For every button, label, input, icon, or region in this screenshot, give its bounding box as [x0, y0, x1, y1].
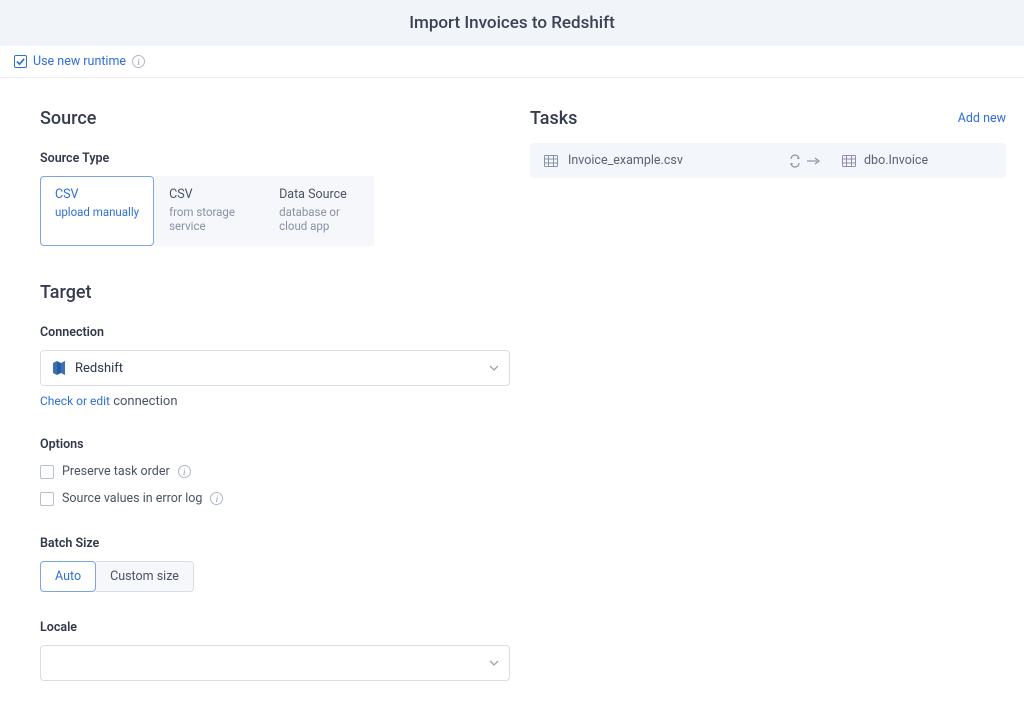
chevron-down-icon	[489, 658, 499, 669]
preserve-order-checkbox[interactable]	[40, 465, 54, 479]
source-type-csv-manual[interactable]: CSV upload manually	[40, 176, 154, 246]
connection-select[interactable]: Redshift	[40, 350, 510, 386]
chevron-down-icon	[489, 363, 499, 374]
source-type-label: Source Type	[40, 151, 510, 166]
error-log-checkbox[interactable]	[40, 492, 54, 506]
sync-arrow-icon	[788, 154, 820, 168]
error-log-option[interactable]: Source values in error log i	[40, 491, 510, 506]
table-icon	[544, 155, 558, 167]
add-new-task-link[interactable]: Add new	[958, 111, 1006, 126]
tasks-heading: Tasks	[530, 108, 577, 129]
source-type-csv-storage[interactable]: CSV from storage service	[154, 176, 264, 246]
options-heading: Options	[40, 437, 510, 452]
runtime-checkbox[interactable]	[14, 55, 27, 68]
check-edit-connection[interactable]: Check or edit connection	[40, 394, 510, 409]
info-icon[interactable]: i	[132, 55, 145, 68]
connection-value: Redshift	[75, 361, 123, 376]
runtime-toggle-bar: Use new runtime i	[0, 46, 1024, 78]
preserve-order-option[interactable]: Preserve task order i	[40, 464, 510, 479]
batch-size-selector: Auto Custom size	[40, 561, 510, 592]
batch-auto-button[interactable]: Auto	[40, 561, 96, 592]
page-title: Import Invoices to Redshift	[409, 13, 615, 33]
info-icon[interactable]: i	[210, 492, 223, 505]
runtime-label[interactable]: Use new runtime	[33, 54, 126, 69]
source-type-selector: CSV upload manually CSV from storage ser…	[40, 176, 510, 246]
locale-select[interactable]	[40, 645, 510, 681]
locale-heading: Locale	[40, 620, 510, 635]
redshift-icon	[51, 360, 67, 376]
table-icon	[842, 155, 856, 167]
info-icon[interactable]: i	[178, 465, 191, 478]
source-heading: Source	[40, 108, 510, 129]
target-heading: Target	[40, 282, 510, 303]
batch-custom-button[interactable]: Custom size	[96, 561, 194, 592]
batch-size-heading: Batch Size	[40, 536, 510, 551]
task-row[interactable]: Invoice_example.csv	[530, 143, 1006, 178]
header-bar: Import Invoices to Redshift	[0, 0, 1024, 46]
connection-label: Connection	[40, 325, 510, 340]
source-type-data-source[interactable]: Data Source database or cloud app	[264, 176, 374, 246]
task-source: Invoice_example.csv	[568, 153, 683, 168]
task-destination: dbo.Invoice	[864, 153, 928, 168]
